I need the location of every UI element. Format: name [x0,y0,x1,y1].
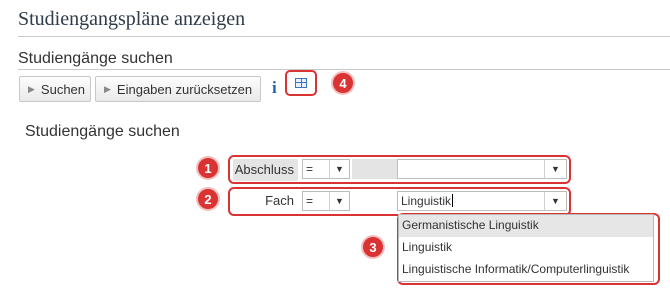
reset-button[interactable]: ▶ Eingaben zurücksetzen [95,76,261,102]
annotation-badge-1: 1 [196,156,220,180]
fach-suggestions-list: Germanistische Linguistik Linguistik Lin… [398,214,654,282]
reset-button-label: Eingaben zurücksetzen [116,81,253,97]
abschluss-operator-select[interactable]: = ▼ [302,159,350,179]
chevron-down-icon[interactable]: ▼ [544,192,566,210]
section-title: Studiengänge suchen [18,50,173,67]
search-form-title: Studiengänge suchen [25,123,180,140]
fach-value-text: Linguistik [401,194,452,208]
search-button[interactable]: ▶ Suchen [19,76,91,102]
fach-operator-select[interactable]: = ▼ [302,191,350,211]
page-title: Studiengangspläne anzeigen [18,8,246,30]
fach-label: Fach [265,193,294,208]
table-view-button[interactable] [285,70,317,96]
chevron-down-icon[interactable]: ▼ [329,192,349,210]
chevron-down-icon[interactable]: ▼ [544,160,566,178]
annotation-badge-3: 3 [361,235,385,259]
chevron-down-icon[interactable]: ▼ [329,160,349,178]
table-icon [295,78,307,88]
fach-operator-value: = [306,194,314,208]
info-icon[interactable]: i [272,78,277,98]
play-icon: ▶ [104,83,111,94]
section-divider [18,69,670,70]
abschluss-spacer [352,159,398,179]
title-divider [18,36,670,37]
fach-value-combobox[interactable]: Linguistik ▼ [397,191,567,211]
annotation-badge-2: 2 [196,187,220,211]
list-item[interactable]: Germanistische Linguistik [399,215,653,237]
play-icon: ▶ [28,83,35,94]
abschluss-label: Abschluss [233,159,298,181]
abschluss-value-select[interactable]: ▼ [397,159,567,179]
annotation-badge-4: 4 [331,71,355,95]
abschluss-operator-value: = [306,162,314,176]
list-item[interactable]: Linguistik [399,237,653,259]
search-button-label: Suchen [40,81,86,97]
list-item[interactable]: Linguistische Informatik/Computerlinguis… [399,259,653,281]
text-caret [452,194,454,207]
